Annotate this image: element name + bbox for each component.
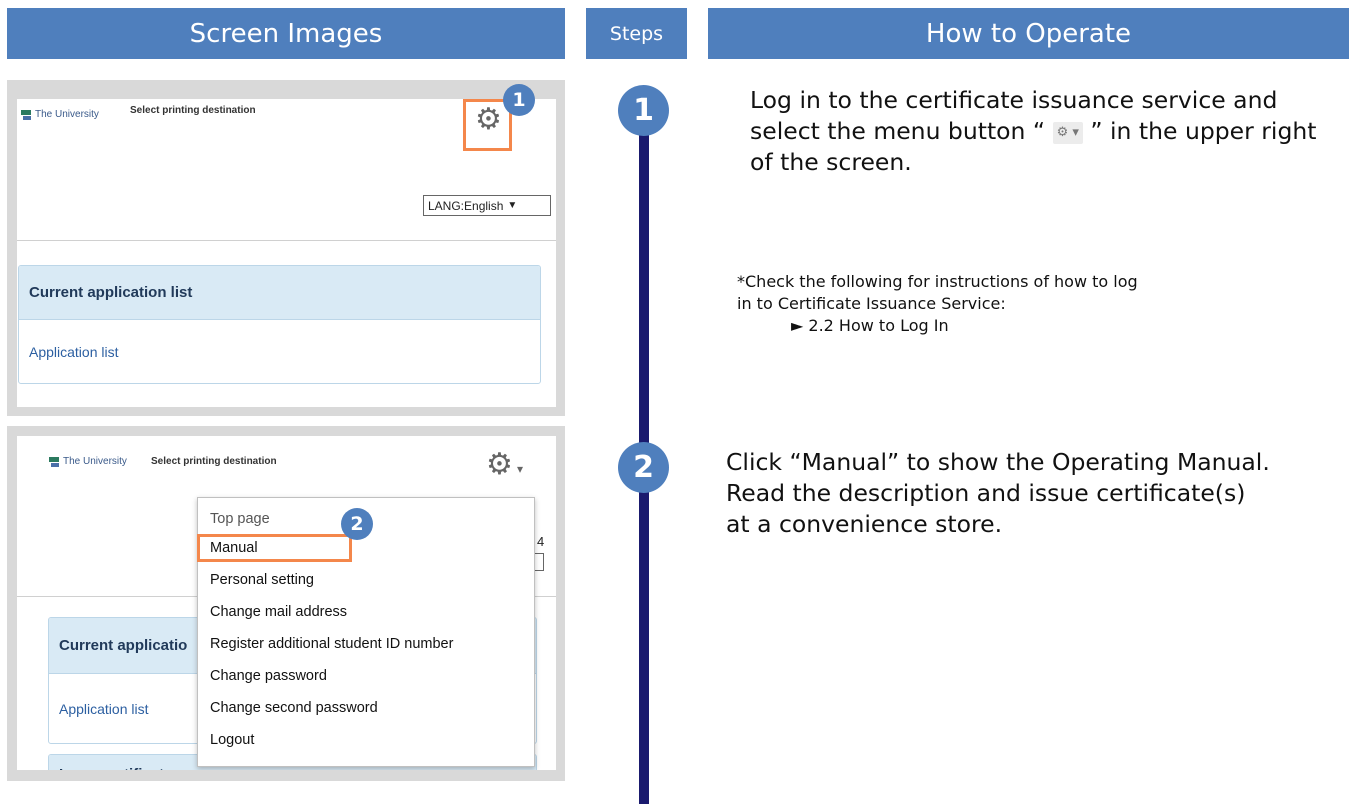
how-to-log-in-link[interactable]: ► 2.2 How to Log In — [791, 315, 949, 337]
step-2-line-1: Click “Manual” to show the Operating Man… — [726, 448, 1270, 476]
menu-item-change-second-password[interactable]: Change second password — [210, 700, 378, 716]
settings-dropdown-menu: Top page Manual Personal setting Change … — [197, 497, 535, 767]
chevron-down-icon: ▾ — [517, 462, 524, 476]
card-header: Current application list — [19, 266, 540, 320]
screenshot-panel-2: The University Select printing destinati… — [7, 426, 565, 781]
step-number-1: 1 — [618, 85, 669, 136]
menu-item-change-password[interactable]: Change password — [210, 668, 327, 684]
step-2-line-2: Read the description and issue certifica… — [726, 479, 1246, 507]
application-list-link[interactable]: Application list — [19, 320, 540, 383]
screen-images-header: Screen Images — [7, 8, 565, 59]
step-1-instruction: Log in to the certificate issuance servi… — [750, 85, 1340, 178]
menu-item-personal-setting[interactable]: Personal setting — [210, 572, 314, 588]
logo-text: The University — [35, 109, 99, 120]
page-title: Select printing destination — [151, 456, 277, 467]
university-logo-icon — [49, 456, 59, 467]
manual-highlight — [197, 534, 352, 562]
menu-item-change-mail-address[interactable]: Change mail address — [210, 604, 347, 620]
page-title: Select printing destination — [130, 105, 256, 116]
menu-item-register-student-id[interactable]: Register additional student ID number — [210, 636, 453, 652]
partial-digit: 4 — [537, 534, 545, 549]
menu-button-gear-icon: ⚙ ▾ — [1052, 121, 1083, 144]
language-select-value: LANG:English — [428, 198, 504, 213]
language-select[interactable]: LANG:English ▼ — [423, 195, 551, 216]
steps-header: Steps — [586, 8, 687, 59]
callout-badge-1: 1 — [503, 84, 535, 116]
step-2-line-3: at a convenience store. — [726, 510, 1003, 538]
university-logo: The University — [49, 456, 127, 467]
screenshot-1: The University Select printing destinati… — [17, 99, 556, 407]
callout-badge-2: 2 — [341, 508, 373, 540]
current-application-card: Current application list Application lis… — [18, 265, 541, 384]
partial-select-edge — [535, 553, 544, 571]
gear-icon[interactable]: ⚙ — [486, 450, 513, 480]
header-divider — [17, 240, 556, 241]
chevron-down-icon: ▼ — [507, 200, 518, 211]
logo-text: The University — [63, 456, 127, 467]
university-logo-icon — [21, 109, 31, 120]
screenshot-panel-1: The University Select printing destinati… — [7, 80, 565, 416]
step-1-note-line-1: *Check the following for instructions of… — [737, 272, 1138, 291]
university-logo: The University — [21, 109, 99, 120]
how-to-operate-header: How to Operate — [708, 8, 1349, 59]
screenshot-2: The University Select printing destinati… — [17, 436, 556, 770]
menu-item-top-page[interactable]: Top page — [210, 511, 270, 527]
menu-item-logout[interactable]: Logout — [210, 732, 254, 748]
step-number-2: 2 — [618, 442, 669, 493]
step-1-note-line-2: in to Certificate Issuance Service: — [737, 294, 1006, 313]
